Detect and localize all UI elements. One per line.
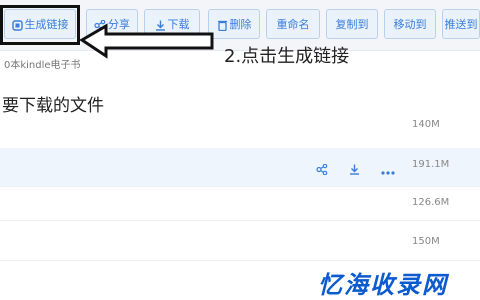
move-to-button[interactable]: 移动到 [384, 9, 436, 39]
rename-button[interactable]: 重命名 [266, 9, 320, 39]
annotation-text: 2.点击生成链接 [224, 46, 350, 67]
row-actions [316, 160, 411, 179]
share-icon[interactable] [316, 160, 328, 179]
download-icon[interactable] [349, 160, 360, 179]
file-row[interactable]: 150M [0, 220, 480, 261]
file-size: 126.6M [412, 197, 450, 208]
push-to-label: 推送到 [444, 18, 478, 31]
file-size: 191.1M [412, 159, 450, 170]
rename-label: 重命名 [276, 18, 310, 31]
file-row[interactable]: 140M [0, 112, 480, 149]
push-to-button[interactable]: 推送到 [442, 9, 480, 39]
copy-to-button[interactable]: 复制到 [326, 9, 378, 39]
highlight-box [0, 5, 80, 45]
book-count-text: 0本kindle电子书 [4, 60, 81, 71]
file-row[interactable]: 191.1M [0, 148, 480, 187]
file-size: 150M [412, 236, 440, 247]
file-row[interactable]: 126.6M [0, 186, 480, 221]
file-size: 140M [412, 119, 440, 130]
more-icon[interactable] [381, 160, 395, 179]
move-to-label: 移动到 [393, 18, 427, 31]
watermark-logo: 忆海收录网 [318, 271, 448, 299]
pointer-arrow [80, 23, 214, 59]
copy-to-label: 复制到 [335, 18, 369, 31]
delete-label: 删除 [229, 18, 252, 31]
